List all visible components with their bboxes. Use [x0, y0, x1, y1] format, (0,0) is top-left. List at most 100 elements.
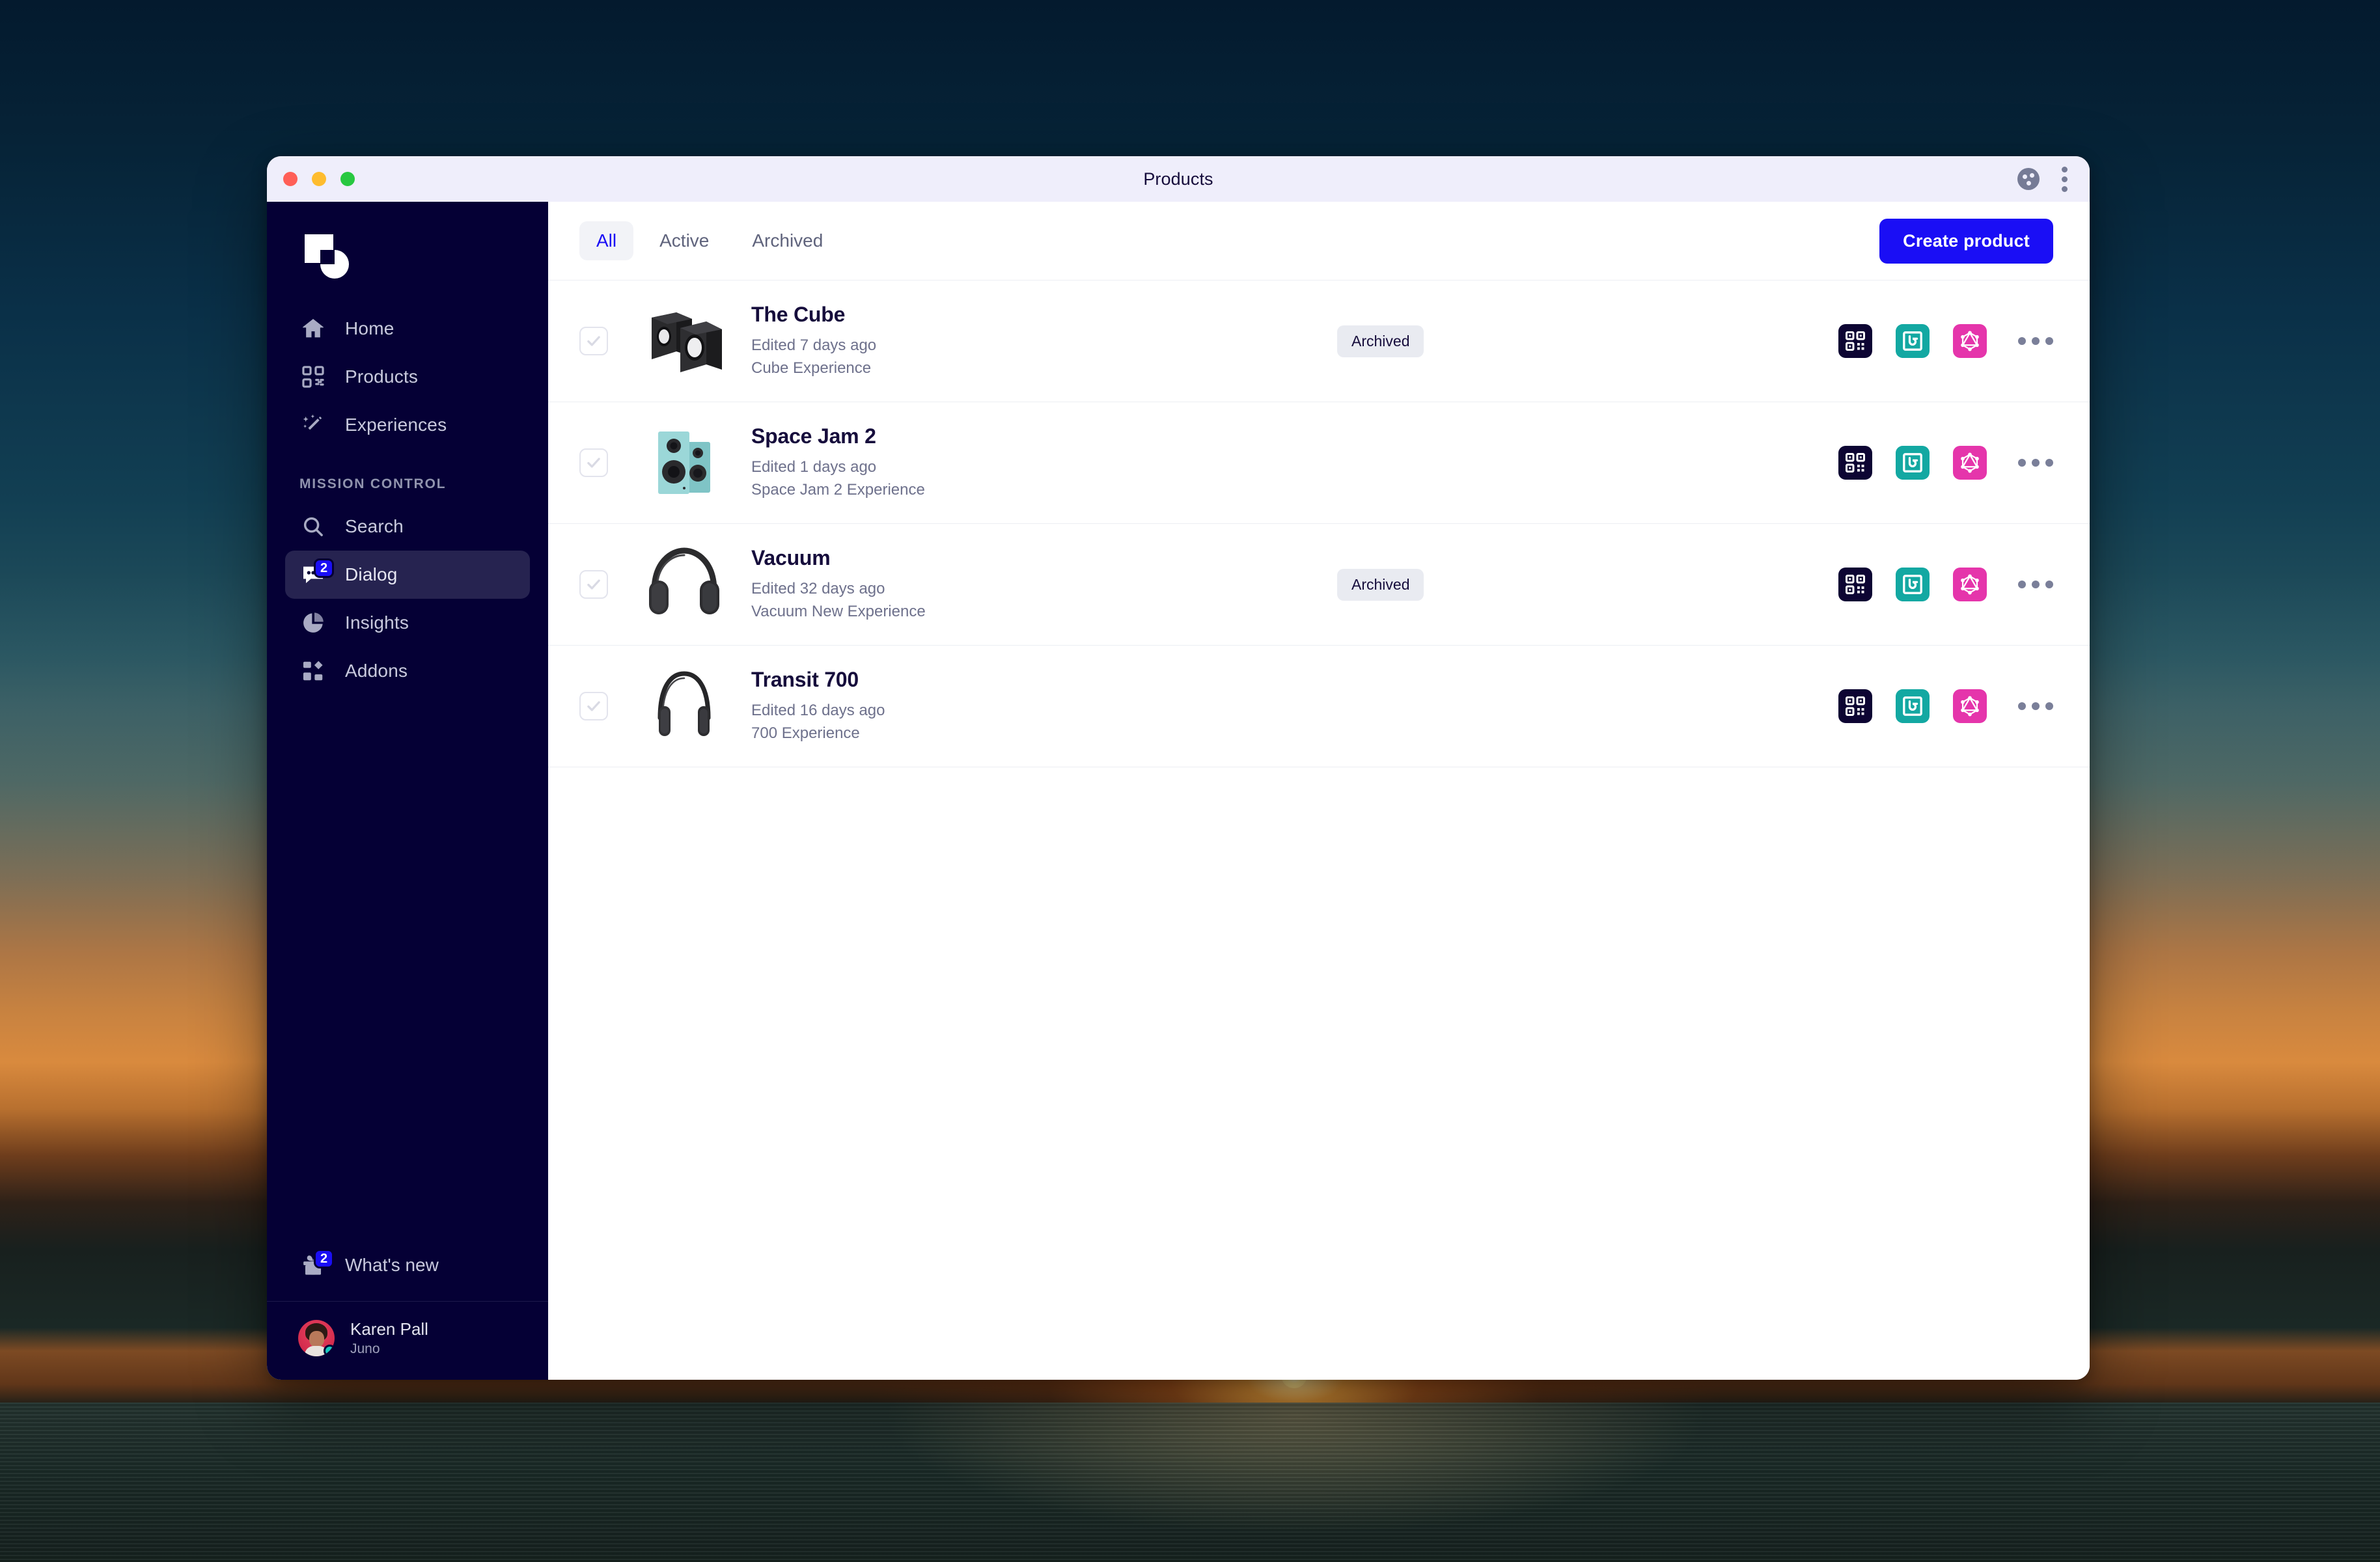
sidebar-item-addons[interactable]: Addons — [285, 647, 530, 695]
product-edited: Edited 7 days ago — [751, 336, 877, 354]
qr-code-icon[interactable] — [1838, 446, 1872, 480]
product-thumbnail — [635, 664, 733, 748]
graphql-icon[interactable] — [1953, 689, 1987, 723]
sidebar-item-experiences[interactable]: Experiences — [285, 401, 530, 449]
sidebar-item-search[interactable]: Search — [285, 502, 530, 551]
user-name: Karen Pall — [350, 1319, 428, 1339]
row-checkbox[interactable] — [579, 692, 608, 720]
sidebar-item-label: Addons — [345, 661, 408, 681]
nfc-tag-icon[interactable] — [1896, 568, 1930, 601]
table-row[interactable]: Vacuum Edited 32 days ago Vacuum New Exp… — [548, 524, 2090, 646]
product-experience: Vacuum New Experience — [751, 602, 926, 620]
qr-code-icon[interactable] — [1838, 324, 1872, 358]
product-meta: Space Jam 2 Edited 1 days ago Space Jam … — [751, 424, 1337, 502]
product-meta: The Cube Edited 7 days ago Cube Experien… — [751, 303, 1337, 380]
product-edited: Edited 32 days ago — [751, 579, 885, 597]
status-badge: Archived — [1337, 568, 1424, 601]
table-row[interactable]: Transit 700 Edited 16 days ago 700 Exper… — [548, 646, 2090, 767]
dialog-badge: 2 — [314, 558, 335, 578]
product-name: The Cube — [751, 302, 846, 326]
extensions-icon[interactable] — [2017, 168, 2040, 190]
product-experience: 700 Experience — [751, 724, 860, 742]
whats-new-label: What's new — [345, 1255, 439, 1276]
app-window: Products Home Products Experiences MISSI… — [267, 156, 2090, 1380]
sidebar-item-insights[interactable]: Insights — [285, 599, 530, 647]
graphql-icon[interactable] — [1953, 324, 1987, 358]
row-checkbox[interactable] — [579, 327, 608, 355]
product-status-cell: Archived — [1337, 568, 1532, 601]
search-icon — [299, 513, 327, 540]
sidebar-item-label: Insights — [345, 612, 409, 633]
product-experience: Cube Experience — [751, 359, 872, 377]
tab-archived[interactable]: Archived — [735, 221, 840, 260]
product-meta: Vacuum Edited 32 days ago Vacuum New Exp… — [751, 546, 1337, 623]
status-badge: Archived — [1337, 325, 1424, 357]
whats-new-badge: 2 — [314, 1249, 335, 1269]
product-name: Space Jam 2 — [751, 424, 876, 448]
row-checkbox[interactable] — [579, 448, 608, 477]
more-horizontal-icon[interactable] — [2018, 581, 2053, 588]
window-title: Products — [1143, 169, 1213, 189]
qr-grid-icon — [299, 363, 327, 390]
main-content: All Active Archived Create product The C… — [548, 202, 2090, 1380]
online-status-dot — [324, 1345, 335, 1357]
tab-active[interactable]: Active — [643, 221, 726, 260]
sidebar-item-label: Search — [345, 516, 404, 536]
user-profile-block[interactable]: Karen Pall Juno — [267, 1302, 548, 1380]
table-row[interactable]: The Cube Edited 7 days ago Cube Experien… — [548, 281, 2090, 402]
qr-code-icon[interactable] — [1838, 568, 1872, 601]
sidebar-item-dialog[interactable]: 2 Dialog — [285, 551, 530, 599]
product-experience: Space Jam 2 Experience — [751, 480, 925, 499]
products-toolbar: All Active Archived Create product — [548, 202, 2090, 280]
sidebar-section-label: MISSION CONTROL — [299, 476, 447, 491]
products-list: The Cube Edited 7 days ago Cube Experien… — [548, 280, 2090, 767]
product-edited: Edited 16 days ago — [751, 701, 885, 719]
home-icon — [299, 315, 327, 342]
create-product-button[interactable]: Create product — [1879, 218, 2053, 264]
product-status-cell: Archived — [1337, 325, 1532, 357]
sidebar-item-label: Dialog — [345, 564, 398, 584]
chat-bubble-icon: 2 — [299, 558, 335, 588]
product-edited: Edited 1 days ago — [751, 458, 877, 476]
sidebar-item-home[interactable]: Home — [285, 305, 530, 353]
row-actions — [1838, 568, 2053, 601]
whats-new-button[interactable]: 2 What's new — [267, 1229, 548, 1301]
product-thumbnail — [635, 420, 733, 505]
tab-all[interactable]: All — [579, 221, 634, 260]
ocean-surface — [0, 1403, 2380, 1562]
addons-grid-icon — [299, 657, 327, 685]
sidebar-item-products[interactable]: Products — [285, 353, 530, 401]
qr-code-icon[interactable] — [1838, 689, 1872, 723]
graphql-icon[interactable] — [1953, 568, 1987, 601]
row-actions — [1838, 446, 2053, 480]
empty-list-area — [548, 767, 2090, 1380]
sidebar-mission-control-nav: Search 2 Dialog Insights Addons — [267, 502, 548, 695]
gift-icon: 2 — [299, 1249, 335, 1279]
app-logo[interactable] — [267, 202, 548, 305]
window-titlebar: Products — [267, 156, 2090, 202]
product-thumbnail — [635, 299, 733, 383]
sidebar-item-label: Products — [345, 366, 419, 387]
row-actions — [1838, 689, 2053, 723]
more-horizontal-icon[interactable] — [2018, 337, 2053, 345]
graphql-icon[interactable] — [1953, 446, 1987, 480]
product-name: Vacuum — [751, 545, 831, 569]
avatar — [298, 1320, 335, 1357]
pie-chart-icon — [299, 609, 327, 637]
row-checkbox[interactable] — [579, 570, 608, 599]
product-meta: Transit 700 Edited 16 days ago 700 Exper… — [751, 668, 1337, 745]
more-horizontal-icon[interactable] — [2018, 459, 2053, 467]
user-org: Juno — [350, 1341, 380, 1356]
nfc-tag-icon[interactable] — [1896, 446, 1930, 480]
nfc-tag-icon[interactable] — [1896, 324, 1930, 358]
more-horizontal-icon[interactable] — [2018, 702, 2053, 710]
row-actions — [1838, 324, 2053, 358]
sidebar-item-label: Experiences — [345, 415, 447, 435]
sidebar-primary-nav: Home Products Experiences — [267, 305, 548, 449]
product-name: Transit 700 — [751, 667, 859, 691]
nfc-tag-icon[interactable] — [1896, 689, 1930, 723]
filter-tabs: All Active Archived — [579, 221, 840, 260]
table-row[interactable]: Space Jam 2 Edited 1 days ago Space Jam … — [548, 402, 2090, 524]
sidebar: Home Products Experiences MISSION CONTRO… — [267, 202, 548, 1380]
